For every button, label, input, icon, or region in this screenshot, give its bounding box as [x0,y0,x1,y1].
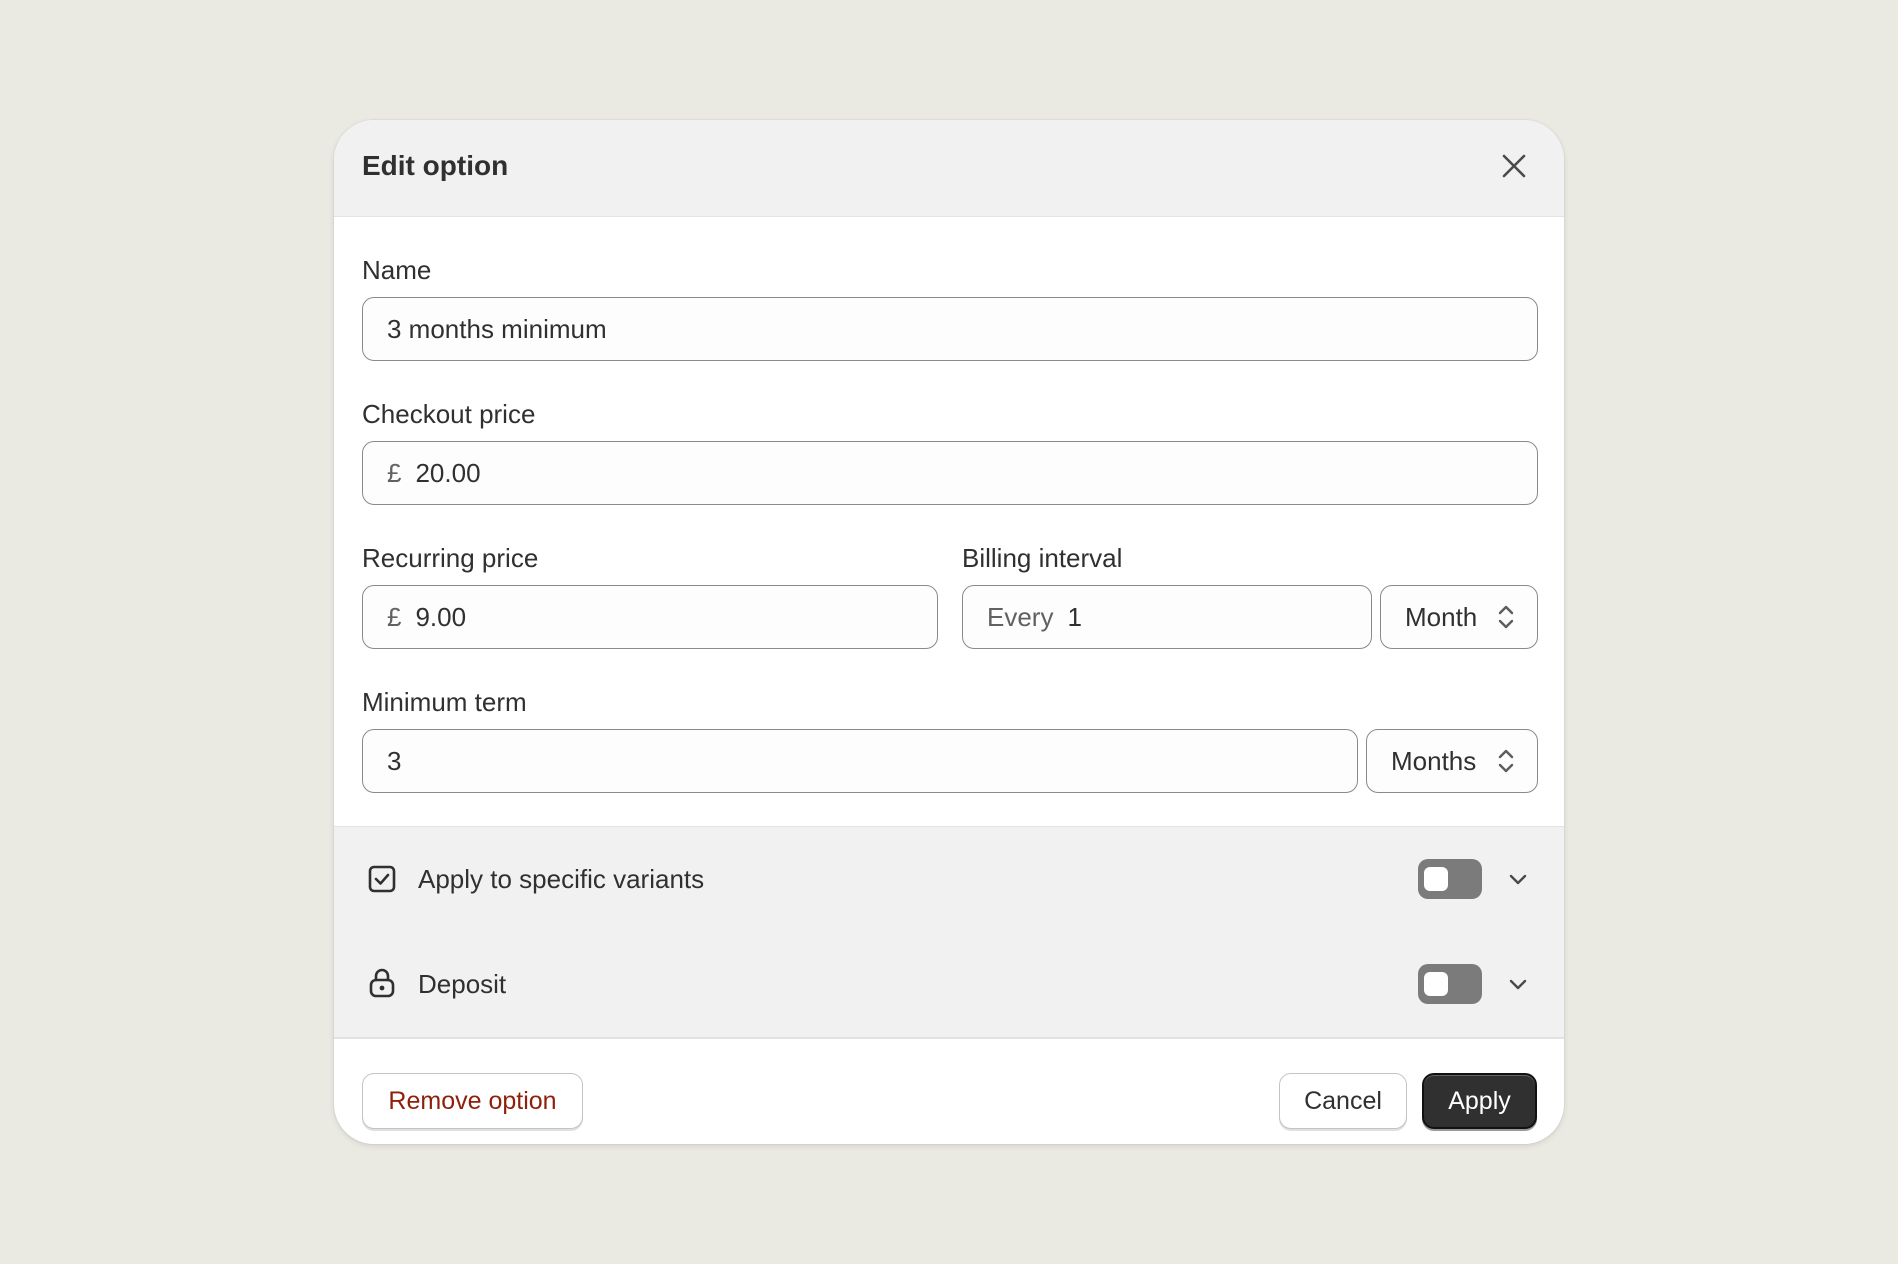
minimum-term-unit: Months [1391,745,1477,776]
deposit-expand-button[interactable] [1502,968,1534,1000]
name-value: 3 months minimum [387,313,607,344]
modal-header: Edit option [334,120,1564,217]
every-prefix: Every [987,601,1054,632]
close-button[interactable] [1494,146,1534,186]
billing-interval-value: 1 [1067,601,1082,632]
chevron-down-icon [1509,874,1527,885]
currency-prefix: £ [387,457,402,488]
minimum-term-input[interactable]: 3 [362,729,1358,793]
specific-variants-toggle[interactable] [1418,859,1482,899]
minimum-term-unit-select[interactable]: Months [1366,729,1538,793]
minimum-term-label: Minimum term [362,687,527,717]
section-label: Deposit [418,969,507,999]
recurring-price-input[interactable]: £ 9.00 [362,585,938,649]
name-input[interactable]: 3 months minimum [362,297,1538,361]
billing-interval-label: Billing interval [962,543,1123,573]
billing-interval-unit-select[interactable]: Month [1380,585,1538,649]
chevron-up-down-icon [1497,747,1515,775]
minimum-term-value: 3 [387,745,402,776]
cancel-button[interactable]: Cancel [1279,1073,1407,1129]
checkbox-icon [366,863,398,895]
checkout-price-value: 20.00 [415,457,481,488]
specific-variants-expand-button[interactable] [1502,863,1534,895]
section-specific-variants: Apply to specific variants [334,826,1564,932]
currency-prefix: £ [387,601,402,632]
section-deposit: Deposit [334,931,1564,1039]
chevron-up-down-icon [1497,603,1515,631]
toggle-knob [1424,972,1448,996]
remove-option-button[interactable]: Remove option [362,1073,583,1129]
lock-icon [366,967,398,999]
chevron-down-icon [1509,979,1527,990]
name-label: Name [362,255,432,285]
checkout-price-label: Checkout price [362,399,536,429]
toggle-knob [1424,867,1448,891]
recurring-price-label: Recurring price [362,543,539,573]
billing-interval-input[interactable]: Every 1 [962,585,1372,649]
checkout-price-input[interactable]: £ 20.00 [362,441,1538,505]
modal-title: Edit option [362,150,509,181]
edit-option-modal: Edit option Name 3 months minimum Checko… [334,120,1564,1144]
recurring-price-value: 9.00 [415,601,467,632]
apply-button[interactable]: Apply [1422,1073,1537,1129]
section-label: Apply to specific variants [418,864,705,894]
close-icon [1502,154,1526,178]
billing-interval-unit: Month [1405,601,1478,632]
deposit-toggle[interactable] [1418,964,1482,1004]
